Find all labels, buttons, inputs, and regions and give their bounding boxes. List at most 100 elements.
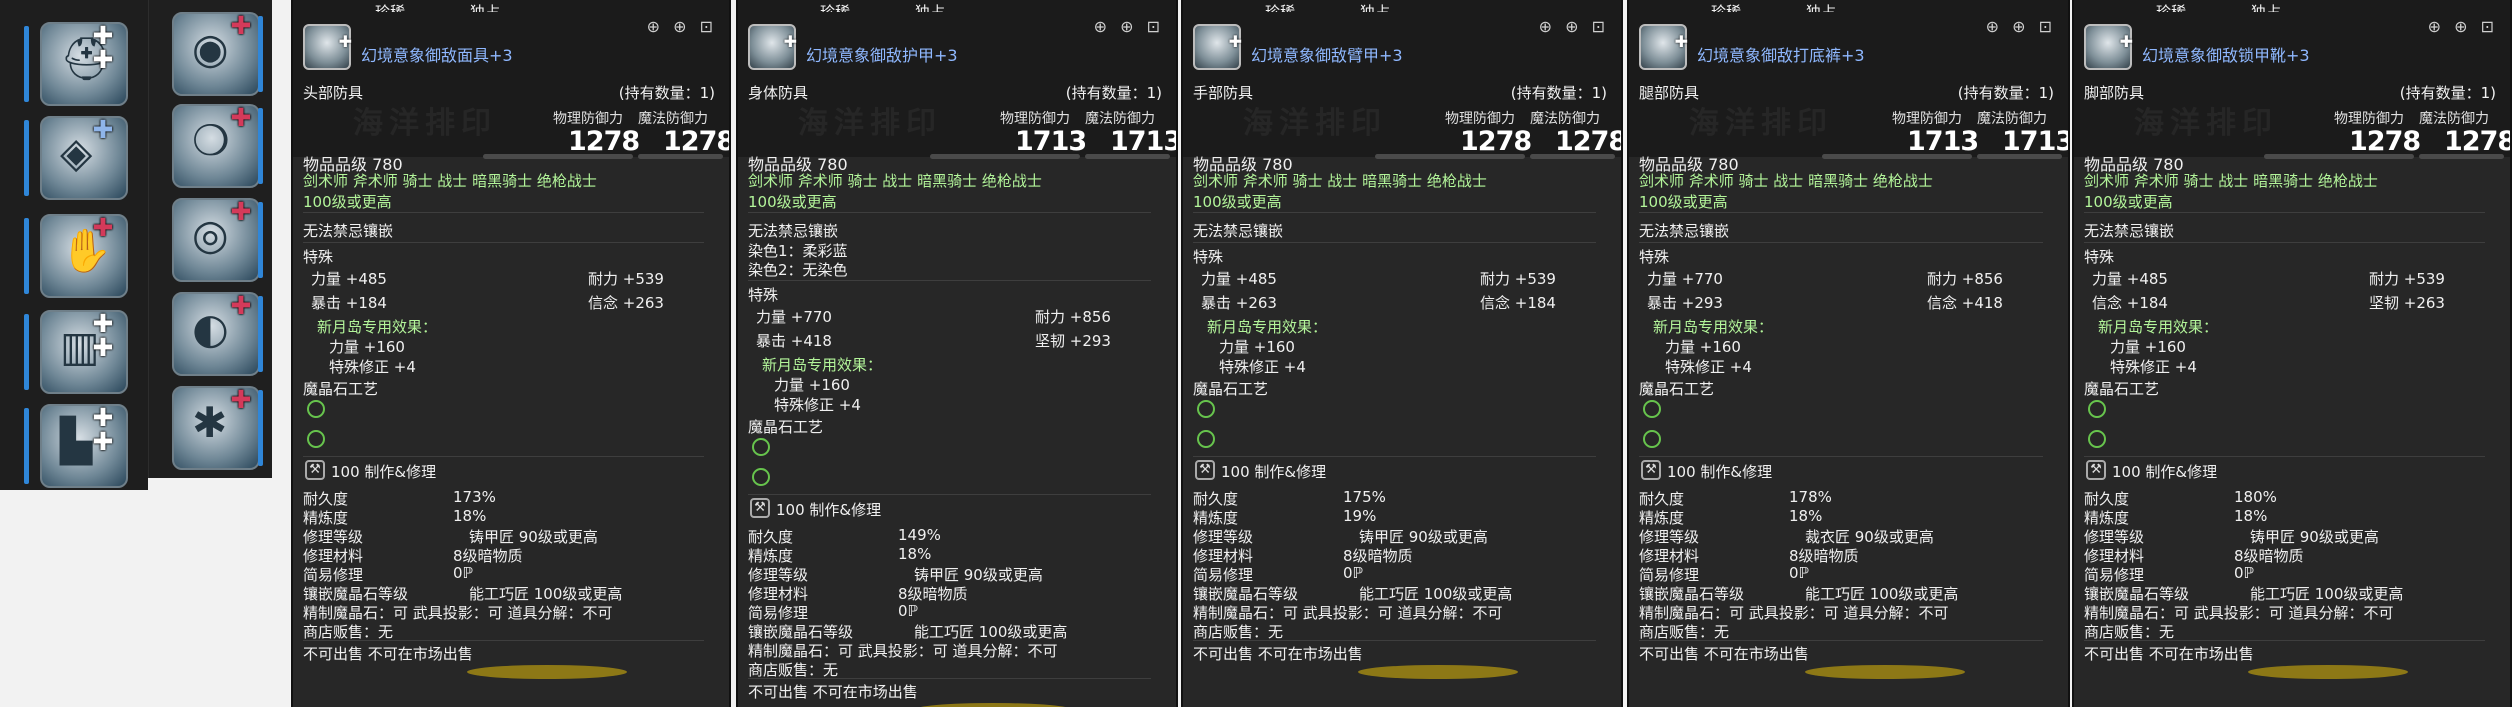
materia-slot[interactable]: [1643, 430, 1661, 448]
slot-indicator-bar: [24, 120, 29, 196]
icon-glyph: ▙: [60, 416, 93, 465]
special-label: 特殊: [1193, 248, 1224, 266]
slot-indicator-bar: [24, 26, 29, 102]
defense-bar: [638, 154, 723, 159]
slot-indicator-bar: [24, 408, 29, 484]
plus-icon[interactable]: ✚: [90, 47, 116, 74]
defense-bar: [483, 154, 633, 159]
shop-availability: 商店贩售：无: [1193, 623, 1284, 641]
divider: [1639, 640, 2043, 641]
stat-right: 耐力 +539: [2369, 270, 2445, 288]
spiritbond-label: 精炼度: [2084, 509, 2130, 527]
slot-indicator-bar: [258, 202, 263, 278]
materia-slot[interactable]: [2088, 430, 2106, 448]
tooltip-header: ✚ 幻境意象御敌锁甲靴+3 ⊕ ⊕ ⊡ 脚部防具 (持有数量：1) 海洋排印 物理防御力 魔法…: [2074, 12, 2510, 159]
materia-slot[interactable]: [307, 400, 325, 418]
new-moon-special: 特殊修正 +4: [774, 396, 861, 414]
spiritbond-label: 精炼度: [1639, 509, 1685, 527]
bottom-highlight: [1358, 665, 1519, 679]
magic-defense-value: 1713: [2002, 126, 2070, 157]
plus-icon[interactable]: ✚: [90, 335, 116, 362]
divider: [748, 494, 1151, 495]
divider: [1639, 456, 2043, 457]
owned-quantity: (持有数量：1): [1065, 84, 1162, 102]
icon-glyph: ❍: [192, 116, 230, 165]
plus-icon[interactable]: ✚: [228, 199, 254, 226]
magic-defense-label: 魔法防御力: [1530, 111, 1600, 127]
spiritbond-label: 精炼度: [303, 509, 349, 527]
repair-header: 100 制作&修理: [331, 463, 437, 481]
new-moon-power: 力量 +160: [1665, 338, 1741, 356]
job-list: 剑术师 斧术师 骑士 战士 暗黑骑士 绝枪战士: [1193, 172, 1487, 190]
physical-defense-label: 物理防御力: [1445, 111, 1515, 127]
stat-right: 坚韧 +293: [1035, 332, 1111, 350]
wrench-icon: ⚒: [750, 498, 770, 518]
slot-indicator-bar: [258, 108, 263, 184]
plus-icon[interactable]: ✚: [90, 429, 116, 456]
materia-label: 魔晶石工艺: [1639, 380, 1715, 398]
repair-level-value: 铸甲匠 90级或更高: [2250, 528, 2379, 546]
plus-icon[interactable]: ✚: [90, 117, 116, 144]
magic-defense-value: 1278: [663, 126, 731, 157]
item-flags: 精制魔晶石：可 武具投影：可 道具分解：不可: [1193, 604, 1503, 622]
plus-icon[interactable]: ✚: [90, 215, 116, 242]
easy-repair-label: 简易修理: [748, 604, 809, 622]
materia-slot[interactable]: [1197, 400, 1215, 418]
icon-glyph: ◐: [192, 304, 229, 353]
defense-bar: [1822, 154, 1972, 159]
slot-indicator-bar: [24, 218, 29, 294]
repair-header: 100 制作&修理: [1667, 463, 1773, 481]
new-moon-label: 新月岛专用效果：: [1207, 318, 1328, 336]
materia-slot[interactable]: [1197, 430, 1215, 448]
repair-header: 100 制作&修理: [776, 501, 882, 519]
defense-bar: [2264, 154, 2414, 159]
tooltip-tool-icons[interactable]: ⊕ ⊕ ⊡: [1539, 17, 1609, 36]
divider: [748, 678, 1151, 679]
divider: [2084, 242, 2486, 243]
tooltip-tool-icons[interactable]: ⊕ ⊕ ⊡: [1094, 17, 1164, 36]
stat-right: 耐力 +856: [1035, 308, 1111, 326]
easy-repair-label: 简易修理: [1193, 566, 1254, 584]
wrench-icon: ⚒: [1195, 460, 1215, 480]
plus-icon[interactable]: ✚: [228, 387, 254, 414]
owned-quantity: (持有数量：1): [1957, 84, 2054, 102]
special-label: 特殊: [1639, 248, 1670, 266]
slot-indicator-bar: [258, 16, 263, 92]
materia-slot[interactable]: [2088, 400, 2106, 418]
tooltip-tool-icons[interactable]: ⊕ ⊕ ⊡: [647, 17, 717, 36]
shop-availability: 商店贩售：无: [748, 661, 839, 679]
materia-slot[interactable]: [307, 430, 325, 448]
defense-bar: [2419, 154, 2504, 159]
new-moon-label: 新月岛专用效果：: [317, 318, 438, 336]
new-moon-special: 特殊修正 +4: [329, 358, 416, 376]
plus-icon[interactable]: ✚: [228, 13, 254, 40]
sell-restriction: 不可出售 不可在市场出售: [2084, 645, 2254, 663]
divider: [303, 456, 705, 457]
magic-defense-label: 魔法防御力: [1085, 111, 1155, 127]
tooltip-tool-icons[interactable]: ⊕ ⊕ ⊡: [2428, 17, 2498, 36]
stat-right: 耐力 +856: [1927, 270, 2003, 288]
tooltip-header: ✚ 幻境意象御敌护甲+3 ⊕ ⊕ ⊡ 身体防具 (持有数量：1) 海洋排印 物理防御力 魔法防…: [738, 12, 1176, 159]
item-flags: 精制魔晶石：可 武具投影：可 道具分解：不可: [2084, 604, 2394, 622]
level-requirement: 100级或更高: [748, 193, 837, 211]
new-moon-power: 力量 +160: [329, 338, 405, 356]
repair-header: 100 制作&修理: [2112, 463, 2218, 481]
spiritbond-value: 18%: [453, 507, 487, 525]
physical-defense-value: 1713: [1015, 126, 1087, 157]
new-moon-special: 特殊修正 +4: [1665, 358, 1752, 376]
plus-icon[interactable]: ✚: [228, 105, 254, 132]
physical-defense-value: 1278: [568, 126, 640, 157]
shop-availability: 商店贩售：无: [1639, 623, 1730, 641]
materia-slot[interactable]: [752, 438, 770, 456]
tooltip-tool-icons[interactable]: ⊕ ⊕ ⊡: [1986, 17, 2056, 36]
materia-slot[interactable]: [1643, 400, 1661, 418]
stat-right: 信念 +263: [588, 294, 664, 312]
spiritbond-value: 18%: [898, 545, 932, 563]
plus-icon[interactable]: ✚: [228, 293, 254, 320]
materia-slot[interactable]: [752, 468, 770, 486]
forbidden-materia-note: 无法禁忌镶嵌: [1193, 222, 1284, 240]
special-label: 特殊: [748, 286, 779, 304]
easy-repair-value: 0ℙ: [453, 564, 474, 582]
materia-level-value: 能工巧匠 100级或更高: [914, 623, 1068, 641]
owned-quantity: (持有数量：1): [2399, 84, 2496, 102]
